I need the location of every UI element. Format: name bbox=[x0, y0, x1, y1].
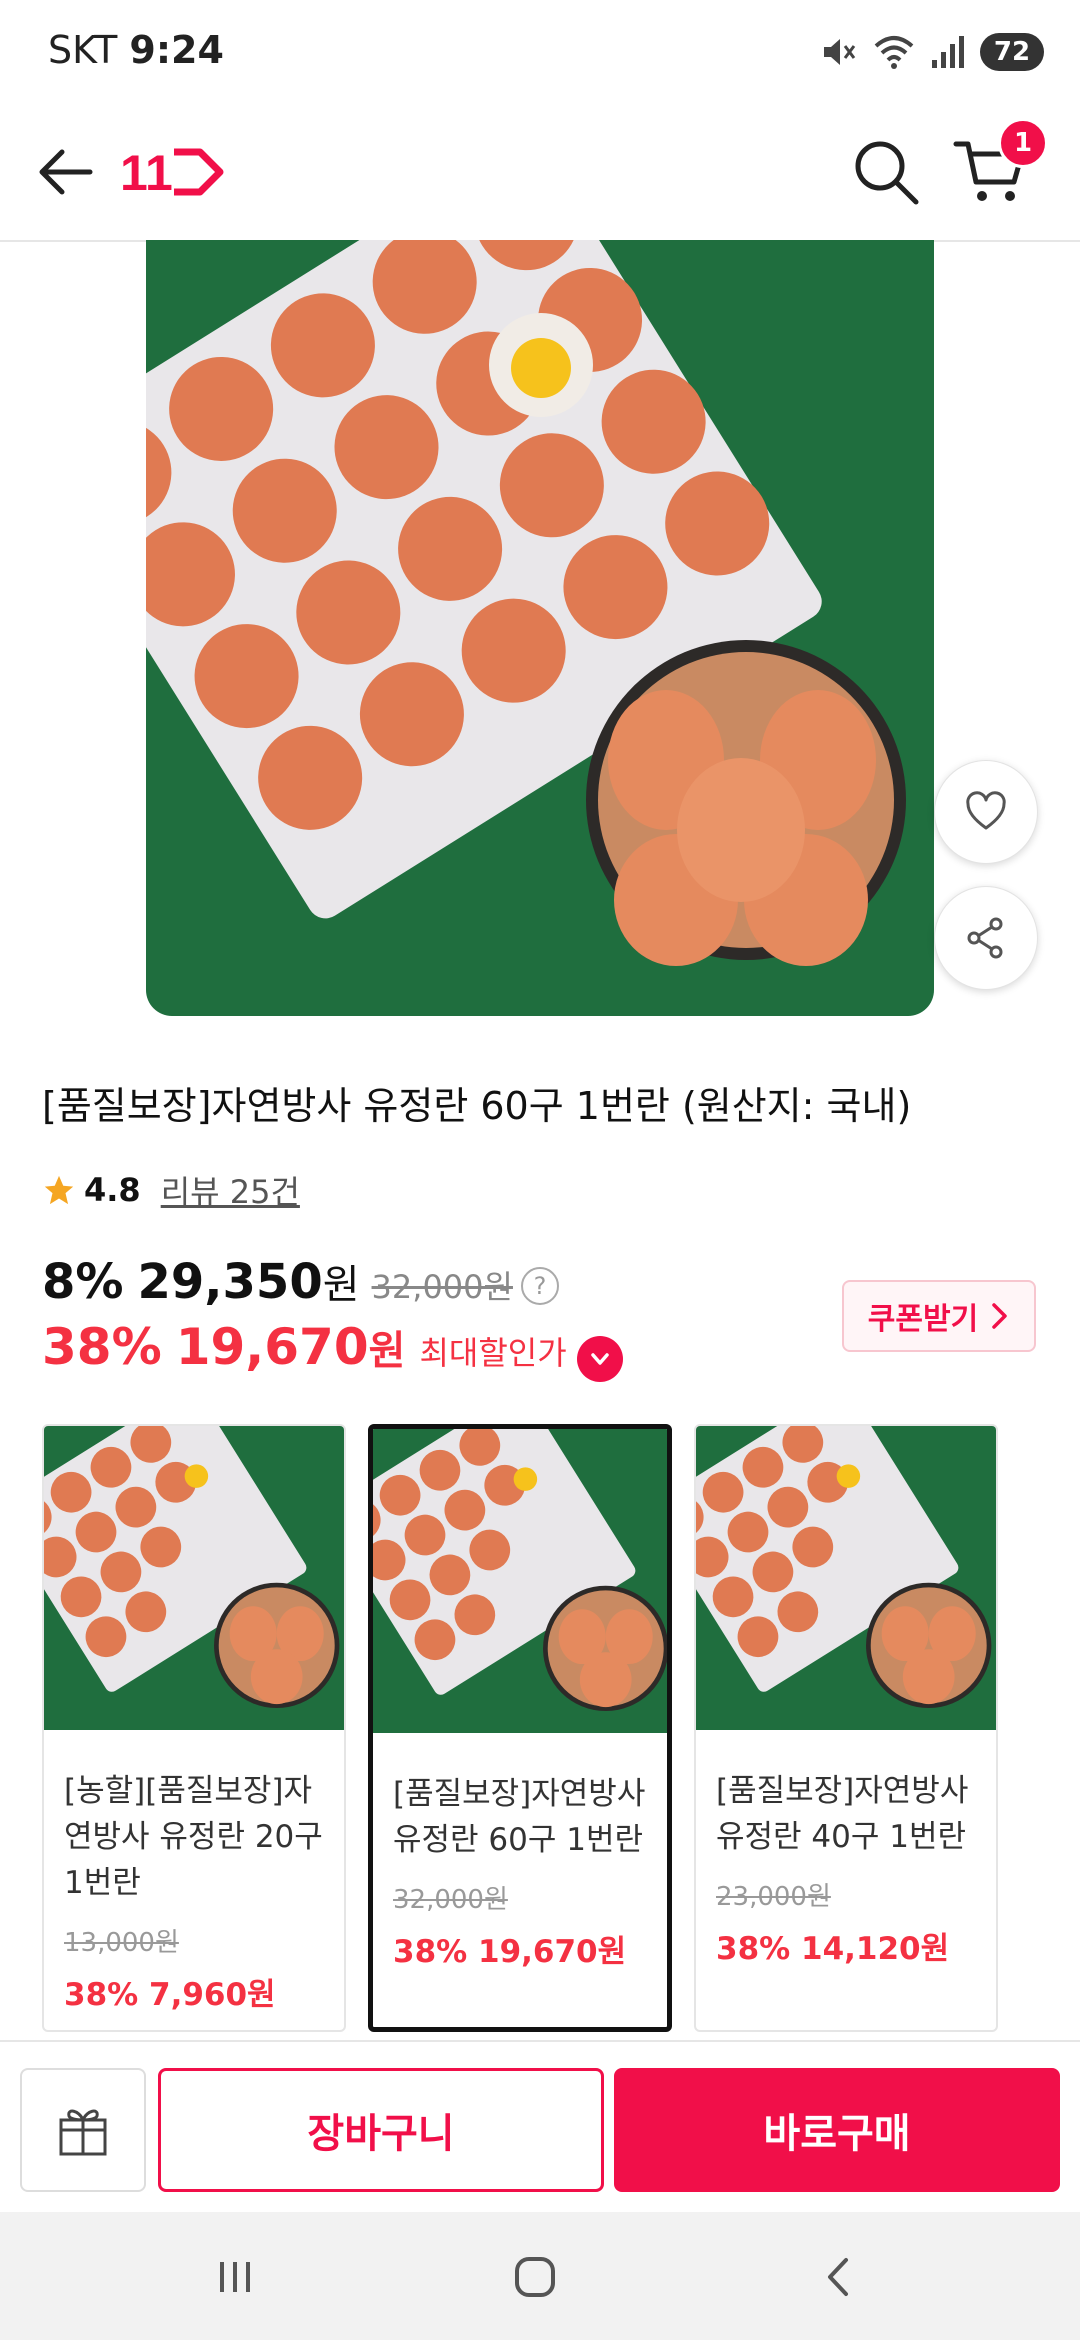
option-sale-price: 38% 19,670원 bbox=[393, 1934, 627, 1970]
sale-price: 29,350 bbox=[137, 1254, 323, 1310]
max-discount-toggle[interactable] bbox=[576, 1336, 623, 1382]
option-name: [농할][품질보장]자연방사 유정란 20구 1번란 bbox=[64, 1773, 323, 1901]
option-name: [품질보장]자연방사 유정란 40구 1번란 bbox=[716, 1773, 969, 1855]
option-name: [품질보장]자연방사 유정란 60구 1번란 bbox=[393, 1776, 646, 1858]
option-thumbnail bbox=[44, 1426, 344, 1730]
gift-icon bbox=[59, 2109, 107, 2156]
wifi-icon bbox=[874, 36, 914, 69]
max-discount-row: 38% 19,670 원 최대할인가 bbox=[42, 1318, 623, 1382]
back-arrow-icon bbox=[39, 149, 93, 195]
option-card[interactable]: [품질보장]자연방사 유정란 40구 1번란 23,000원 38% 14,12… bbox=[694, 1424, 998, 2032]
help-icon[interactable]: ? bbox=[520, 1267, 559, 1305]
option-sale-price: 38% 14,120원 bbox=[716, 1931, 950, 1967]
max-discount-label: 최대할인가 bbox=[419, 1334, 567, 1372]
star-icon bbox=[44, 1175, 74, 1205]
search-icon bbox=[855, 141, 919, 205]
discount-rate: 8% bbox=[42, 1254, 124, 1310]
cart-count-badge: 1 bbox=[998, 118, 1048, 168]
gift-button[interactable] bbox=[20, 2068, 146, 2192]
option-thumbnail bbox=[373, 1429, 667, 1733]
logo-11st[interactable]: 11 bbox=[118, 134, 228, 210]
max-discount-rate: 38% bbox=[42, 1318, 162, 1376]
logo-text: 11 bbox=[120, 145, 173, 201]
max-price-unit: 원 bbox=[368, 1328, 406, 1374]
chevron-down-icon bbox=[590, 1353, 609, 1365]
system-back-button[interactable] bbox=[794, 2232, 884, 2322]
buy-now-button[interactable]: 바로구매 bbox=[614, 2068, 1060, 2192]
option-card[interactable]: [농할][품질보장]자연방사 유정란 20구 1번란 13,000원 38% 7… bbox=[42, 1424, 346, 2032]
rating-row: 4.8 리뷰 25건 bbox=[42, 1167, 300, 1213]
home-button[interactable] bbox=[490, 2232, 580, 2322]
eggs-photo bbox=[146, 240, 934, 1016]
heart-icon bbox=[966, 791, 1006, 830]
coupon-button[interactable]: 쿠폰받기 bbox=[842, 1280, 1036, 1352]
option-thumbnail bbox=[696, 1426, 996, 1730]
status-icons: 72 bbox=[818, 30, 1044, 74]
share-icon bbox=[967, 917, 1003, 959]
option-original-price: 13,000원 bbox=[64, 1928, 179, 1958]
chevron-right-icon bbox=[992, 1303, 1007, 1329]
status-time: 9:24 bbox=[129, 28, 224, 72]
eggs-thumbnail bbox=[44, 1426, 344, 1730]
max-discount-price: 19,670 bbox=[175, 1318, 369, 1376]
option-card-selected[interactable]: [품질보장]자연방사 유정란 60구 1번란 32,000원 38% 19,67… bbox=[368, 1424, 672, 2032]
price-row: 8% 29,350 원 32,000원 ? bbox=[42, 1252, 559, 1310]
eggs-thumbnail bbox=[373, 1429, 667, 1733]
carrier-name: SKT bbox=[48, 28, 118, 72]
recent-apps-icon bbox=[220, 2262, 250, 2292]
sale-price-unit: 원 bbox=[322, 1262, 360, 1308]
option-sale-price: 38% 7,960원 bbox=[64, 1977, 276, 2013]
product-title: [품질보장]자연방사 유정란 60구 1번란 (원산지: 국내) bbox=[42, 1084, 912, 1128]
chevron-left-icon bbox=[828, 2258, 848, 2296]
logo-mark: 11 bbox=[120, 145, 224, 201]
option-original-price: 23,000원 bbox=[716, 1882, 831, 1912]
add-to-cart-button[interactable]: 장바구니 bbox=[158, 2068, 604, 2192]
signal-icon bbox=[932, 36, 964, 68]
rating-score: 4.8 bbox=[84, 1171, 141, 1209]
back-button[interactable] bbox=[30, 134, 106, 210]
share-button[interactable] bbox=[934, 886, 1038, 990]
product-hero-image[interactable] bbox=[146, 240, 934, 1016]
original-price: 32,000원 bbox=[371, 1268, 513, 1306]
review-count-link[interactable]: 리뷰 25건 bbox=[161, 1167, 300, 1213]
coupon-label: 쿠폰받기 bbox=[867, 1302, 979, 1337]
recent-apps-button[interactable] bbox=[190, 2232, 280, 2322]
search-button[interactable] bbox=[846, 132, 926, 212]
home-icon bbox=[515, 2257, 555, 2297]
wishlist-button[interactable] bbox=[934, 760, 1038, 864]
battery-badge: 72 bbox=[980, 33, 1044, 71]
mute-icon bbox=[824, 39, 856, 65]
eggs-thumbnail bbox=[696, 1426, 996, 1730]
status-carrier: SKT 9:24 bbox=[48, 28, 224, 72]
option-original-price: 32,000원 bbox=[393, 1885, 508, 1915]
